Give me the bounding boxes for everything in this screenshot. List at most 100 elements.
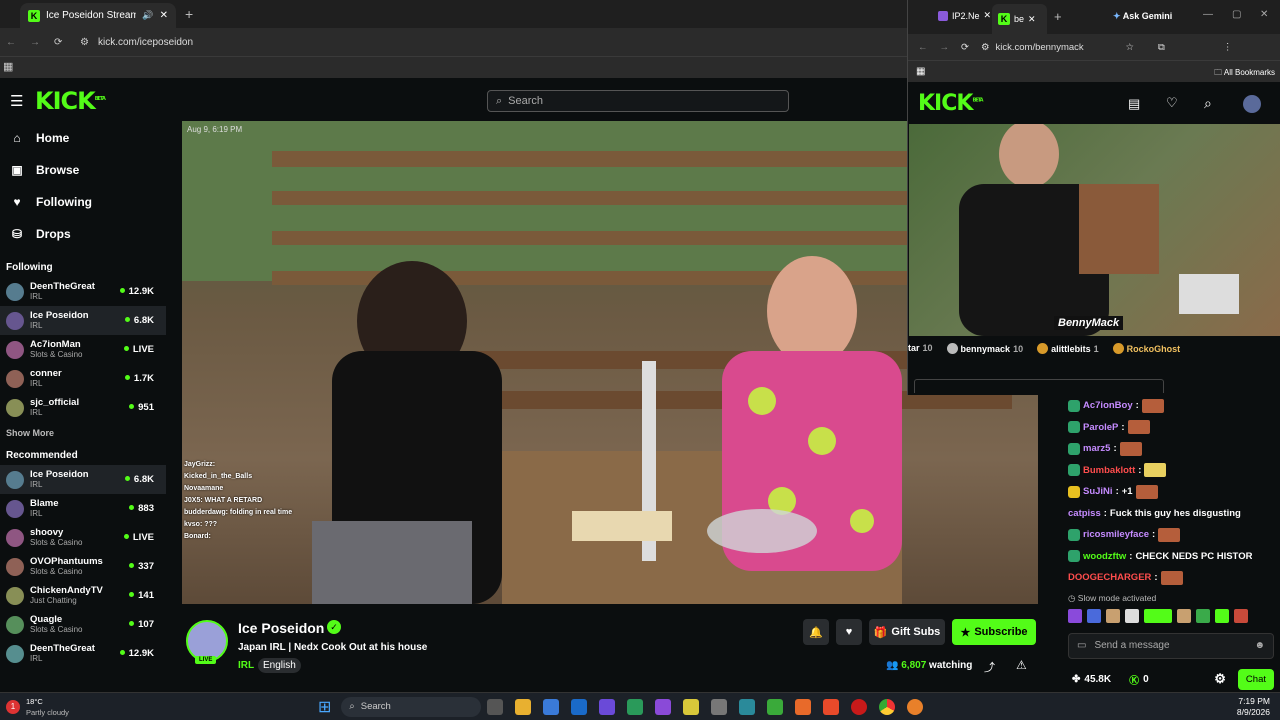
tab-close-icon[interactable]: ✕ (1028, 14, 1036, 25)
heart-icon[interactable]: ♡ (1166, 95, 1178, 111)
follow-heart-button[interactable]: ♥ (836, 619, 862, 645)
channel-item[interactable]: shoovy Slots & Casino LIVE (0, 523, 166, 552)
chat-input[interactable]: ▭ Send a message ☻ (1068, 632, 1274, 659)
forward-icon[interactable]: → (30, 37, 46, 48)
all-bookmarks-link[interactable]: 🗀 All Bookmarks (1214, 67, 1275, 81)
browser-tab-active[interactable]: K Ice Poseidon Stream - Wat 🔊 ✕ (20, 3, 176, 28)
emote-icon[interactable] (1087, 608, 1101, 623)
language-tag[interactable]: English (258, 658, 301, 673)
kick-logo[interactable]: KICKBETA (918, 91, 984, 116)
channel-item[interactable]: ChickenAndyTV Just Chatting 141 (0, 581, 166, 610)
chat-username[interactable]: ParoleP (1083, 422, 1118, 433)
system-clock[interactable]: 7:19 PM 8/9/2026 (1237, 696, 1270, 718)
chrome-icon[interactable] (879, 698, 896, 715)
back-icon[interactable]: ← (918, 42, 928, 53)
emote-icon[interactable] (1144, 608, 1172, 623)
nav-item-browse[interactable]: ▣ Browse (0, 154, 166, 186)
url-field[interactable]: kick.com/iceposeidon (98, 37, 193, 48)
windows-start-icon[interactable]: ⊞ (318, 697, 331, 717)
report-icon[interactable]: ⚠ (1016, 658, 1027, 672)
user-avatar[interactable] (1243, 95, 1261, 113)
speaker-icon[interactable]: 🔊 (142, 10, 153, 21)
search-input[interactable]: ⌕ Search (487, 90, 789, 112)
emote-icon[interactable] (1196, 608, 1210, 623)
chat-username[interactable]: woodzftw (1083, 551, 1126, 562)
gift-subs-button[interactable]: 🎁 Gift Subs (869, 619, 945, 645)
channel-item[interactable]: Ice Poseidon IRL 6.8K (0, 306, 166, 335)
channel-item[interactable]: Blame IRL 883 (0, 494, 166, 523)
app-green-icon[interactable] (627, 698, 644, 715)
kick-logo[interactable]: KICKBETA (35, 87, 106, 115)
chat-username[interactable]: catpiss (1068, 508, 1101, 519)
apps-icon[interactable] (599, 698, 616, 715)
outlook-icon[interactable] (571, 698, 588, 715)
weather-widget[interactable]: 1 18°C Partly cloudy (6, 697, 306, 717)
chat-send-button[interactable]: Chat (1237, 668, 1274, 690)
apps-grid-icon[interactable]: ▦ (3, 60, 13, 73)
minimize-icon[interactable]: — (1203, 9, 1213, 20)
taskbar-search[interactable]: ⌕ Search (341, 696, 482, 717)
nav-item-drops[interactable]: ⛁ Drops (0, 218, 166, 250)
ask-gemini-button[interactable]: ✦ Ask Gemini (1113, 11, 1172, 22)
emote-icon[interactable] (1106, 608, 1120, 623)
chat-username[interactable]: SuJiNi (1083, 486, 1113, 497)
reload-icon[interactable]: ⟳ (961, 42, 969, 53)
reload-icon[interactable]: ⟳ (54, 37, 70, 48)
mail-icon[interactable] (543, 698, 560, 715)
forward-icon[interactable]: → (940, 42, 950, 53)
channel-item[interactable]: Quagle Slots & Casino 107 (0, 610, 166, 639)
chat-settings-icon[interactable]: ⚙ (1214, 671, 1226, 687)
share-icon[interactable]: ⤴ (984, 659, 995, 675)
back-icon[interactable]: ← (6, 37, 22, 48)
subscribe-button[interactable]: ★ Subscribe (952, 619, 1036, 645)
chat-username[interactable]: DOOGECHARGER (1068, 572, 1151, 583)
site-settings-icon[interactable]: ⚙ (80, 37, 94, 48)
app-globe-icon[interactable] (739, 698, 756, 715)
chat-username[interactable]: Bumbaklott (1083, 465, 1135, 476)
chat-username[interactable]: marz5 (1083, 443, 1110, 454)
chat-username[interactable]: Ac7ionBoy (1083, 400, 1133, 411)
category-link[interactable]: IRL (238, 660, 254, 671)
nav-item-home[interactable]: ⌂ Home (0, 122, 166, 154)
emote-icon[interactable] (1177, 608, 1191, 623)
channel-item[interactable]: Ice Poseidon IRL 6.8K (0, 465, 166, 494)
close-window-icon[interactable]: ✕ (1260, 9, 1268, 20)
app-orange-icon[interactable] (907, 698, 924, 715)
firefox-icon[interactable] (795, 698, 812, 715)
brave-icon[interactable] (823, 698, 840, 715)
win2-video[interactable]: BennyMack (909, 124, 1280, 336)
new-tab-icon[interactable]: + (1054, 9, 1062, 24)
app-tools-icon[interactable] (767, 698, 784, 715)
channel-item[interactable]: conner IRL 1.7K (0, 364, 166, 393)
emote-icon[interactable] (1125, 608, 1139, 623)
chat-username[interactable]: ricosmileyface (1083, 529, 1149, 540)
extensions-icon[interactable]: ⧉ (1158, 42, 1165, 53)
menu-icon[interactable]: ☰ (10, 92, 23, 110)
channel-item[interactable]: DeenTheGreat IRL 12.9K (0, 639, 166, 668)
app-yellow-icon[interactable] (683, 698, 700, 715)
channel-item[interactable]: sjc_official IRL 951 (0, 393, 166, 422)
channel-item[interactable]: Ac7ionMan Slots & Casino LIVE (0, 335, 166, 364)
file-explorer-icon[interactable] (515, 698, 532, 715)
streamer-name[interactable]: Ice Poseidon (238, 620, 324, 636)
maximize-icon[interactable]: ▢ (1232, 9, 1241, 20)
win2-tab-ip2[interactable]: IP2.Ne ✕ (938, 10, 991, 21)
emote-icon[interactable] (1234, 608, 1248, 623)
emoji-icon[interactable]: ☻ (1254, 640, 1265, 651)
channel-item[interactable]: OVOPhantuums Slots & Casino 337 (0, 552, 166, 581)
channel-item[interactable]: DeenTheGreat IRL 12.9K (0, 277, 166, 306)
win2-tab-active[interactable]: Kbe ✕ (992, 4, 1047, 34)
show-more-link[interactable]: Show More (0, 422, 166, 446)
app-gray-icon[interactable] (711, 698, 728, 715)
tab-close-icon[interactable]: ✕ (160, 10, 168, 21)
notify-bell-button[interactable]: 🔔 (803, 619, 829, 645)
bookmark-star-icon[interactable]: ☆ (1126, 42, 1135, 53)
win2-url-field[interactable]: kick.com/bennymack (996, 42, 1126, 53)
emote-icon[interactable] (1068, 608, 1082, 623)
clips-icon[interactable]: ▤ (1128, 96, 1140, 112)
search-icon[interactable]: ⌕ (1204, 95, 1212, 112)
menu-dots-icon[interactable]: ⋮ (1223, 42, 1233, 53)
app-red-icon[interactable] (851, 698, 868, 715)
app-purple-icon[interactable] (655, 698, 672, 715)
nav-item-following[interactable]: ♥ Following (0, 186, 166, 218)
